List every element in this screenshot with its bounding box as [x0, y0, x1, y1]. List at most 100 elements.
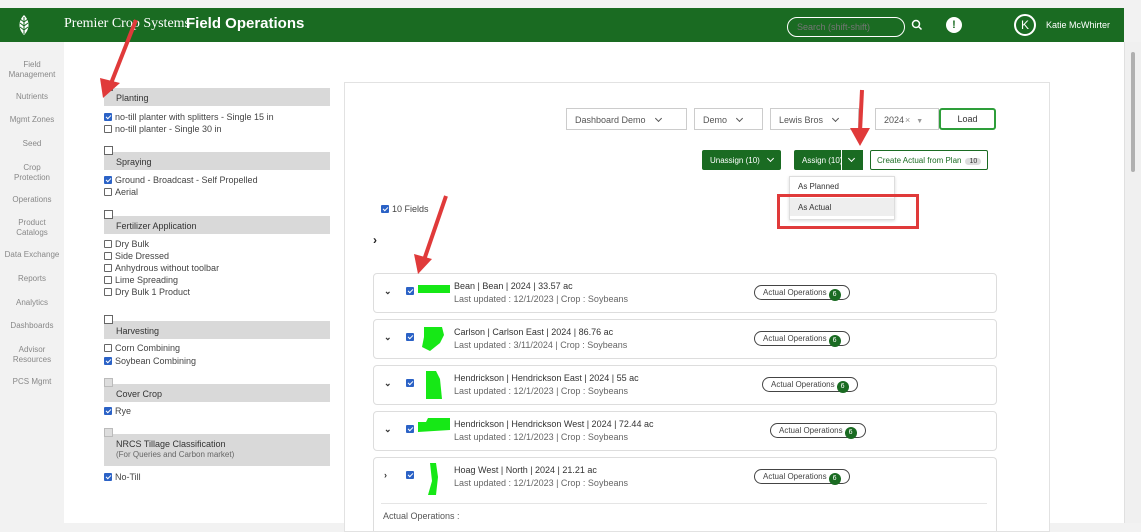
- group-checkbox-harvesting[interactable]: [104, 315, 113, 324]
- filter-option[interactable]: Ground - Broadcast - Self Propelled: [104, 175, 258, 185]
- row-checkbox[interactable]: [406, 425, 414, 433]
- group-label: Fertilizer Application: [116, 221, 197, 231]
- select-all-fields[interactable]: 10 Fields: [381, 204, 429, 214]
- actual-operations-badge[interactable]: Actual Operations 6: [754, 331, 850, 347]
- nav-analytics[interactable]: Analytics: [0, 298, 64, 308]
- nav-advisor-resources[interactable]: Advisor Resources: [0, 345, 64, 365]
- actual-operations-badge[interactable]: Actual Operations 6: [762, 377, 858, 393]
- alert-icon[interactable]: !: [946, 17, 962, 33]
- nav-operations[interactable]: Operations: [0, 195, 64, 205]
- nav-pcs-mgmt[interactable]: PCS Mgmt: [0, 377, 64, 387]
- checkbox[interactable]: [104, 264, 112, 272]
- row-checkbox[interactable]: [406, 287, 414, 295]
- nav-seed[interactable]: Seed: [0, 139, 64, 149]
- fields-panel: Dashboard Demo Demo Lewis Bros 2024× ▼ Lo…: [344, 82, 1050, 532]
- actual-operations-badge[interactable]: Actual Operations 6: [754, 285, 850, 301]
- main-content: Planting no-till planter with splitters …: [64, 42, 1124, 532]
- filter-option[interactable]: Side Dressed: [104, 251, 169, 261]
- checkbox[interactable]: [104, 473, 112, 481]
- load-button[interactable]: Load: [939, 108, 996, 130]
- checkbox[interactable]: [104, 344, 112, 352]
- filter-option[interactable]: Rye: [104, 406, 131, 416]
- filter-option[interactable]: Corn Combining: [104, 343, 180, 353]
- checkbox[interactable]: [104, 252, 112, 260]
- filter-option[interactable]: Aerial: [104, 187, 138, 197]
- group-checkbox-planting[interactable]: [104, 82, 113, 91]
- assign-dropdown-toggle[interactable]: [841, 150, 863, 170]
- field-row[interactable]: ⌄ Hendrickson | Hendrickson East | 2024 …: [373, 365, 997, 405]
- filter-option[interactable]: Soybean Combining: [104, 356, 196, 366]
- actual-operations-badge[interactable]: Actual Operations 6: [754, 469, 850, 485]
- unassign-button[interactable]: Unassign (10): [702, 150, 781, 170]
- nav-product-catalogs[interactable]: Product Catalogs: [0, 218, 64, 238]
- group-checkbox-spraying[interactable]: [104, 146, 113, 155]
- checkbox[interactable]: [104, 188, 112, 196]
- row-expand-toggle[interactable]: ⌄: [384, 332, 392, 343]
- field-updated: Last updated : 12/1/2023 | Crop : Soybea…: [454, 386, 628, 396]
- checkbox[interactable]: [104, 288, 112, 296]
- option-label: no-till planter with splitters - Single …: [115, 112, 274, 122]
- filter-option[interactable]: Dry Bulk: [104, 239, 149, 249]
- field-updated: Last updated : 3/11/2024 | Crop : Soybea…: [454, 340, 628, 350]
- checkbox[interactable]: [104, 240, 112, 248]
- group-label: Harvesting: [116, 326, 160, 336]
- field-row-expanded[interactable]: › Hoag West | North | 2024 | 21.21 ac La…: [373, 457, 997, 531]
- field-row[interactable]: ⌄ Bean | Bean | 2024 | 33.57 ac Last upd…: [373, 273, 997, 313]
- user-name[interactable]: Katie McWhirter: [1046, 20, 1110, 30]
- option-label: Dry Bulk: [115, 239, 150, 249]
- search-icon[interactable]: [910, 18, 924, 32]
- clear-icon[interactable]: ×: [905, 115, 910, 125]
- create-actual-button[interactable]: Create Actual from Plan 10: [870, 150, 989, 170]
- nav-data-exchange[interactable]: Data Exchange: [0, 250, 64, 260]
- field-title: Hendrickson | Hendrickson East | 2024 | …: [454, 373, 639, 383]
- client-select[interactable]: Demo: [694, 108, 763, 130]
- nav-field-management[interactable]: Field Management: [0, 60, 64, 80]
- checkbox[interactable]: [104, 357, 112, 365]
- row-expand-toggle[interactable]: ⌄: [384, 378, 392, 389]
- group-checkbox-cover-crop[interactable]: [104, 378, 113, 387]
- chevron-down-icon: [654, 114, 662, 123]
- checkbox[interactable]: [104, 407, 112, 415]
- field-updated: Last updated : 12/1/2023 | Crop : Soybea…: [454, 432, 628, 442]
- checkbox[interactable]: [104, 276, 112, 284]
- nav-reports[interactable]: Reports: [0, 274, 64, 284]
- search-input[interactable]: [787, 17, 905, 37]
- option-label: Aerial: [115, 187, 139, 197]
- logo-icon[interactable]: [14, 14, 34, 36]
- filter-option[interactable]: Anhydrous without toolbar: [104, 263, 219, 273]
- checkbox[interactable]: [104, 176, 112, 184]
- brand-name[interactable]: Premier Crop Systems: [64, 16, 190, 32]
- actual-operations-badge[interactable]: Actual Operations 6: [770, 423, 866, 439]
- row-checkbox[interactable]: [406, 379, 414, 387]
- nav-nutrients[interactable]: Nutrients: [0, 92, 64, 102]
- row-checkbox[interactable]: [406, 471, 414, 479]
- filter-option[interactable]: No-Till: [104, 472, 141, 482]
- dashboard-select[interactable]: Dashboard Demo: [566, 108, 687, 130]
- scrollbar[interactable]: [1124, 42, 1141, 523]
- field-row[interactable]: ⌄ Carlson | Carlson East | 2024 | 86.76 …: [373, 319, 997, 359]
- filter-option[interactable]: no-till planter - Single 30 in: [104, 124, 222, 134]
- row-checkbox[interactable]: [406, 333, 414, 341]
- farm-select[interactable]: Lewis Bros: [770, 108, 859, 130]
- scrollbar-thumb[interactable]: [1131, 52, 1135, 172]
- avatar[interactable]: K: [1014, 14, 1036, 36]
- row-expand-toggle[interactable]: ⌄: [384, 424, 392, 435]
- row-expand-toggle[interactable]: ›: [384, 470, 387, 480]
- group-checkbox-fertilizer[interactable]: [104, 210, 113, 219]
- year-select[interactable]: 2024× ▼: [875, 108, 939, 130]
- row-expand-toggle[interactable]: ⌄: [384, 286, 392, 297]
- field-row[interactable]: ⌄ Hendrickson | Hendrickson West | 2024 …: [373, 411, 997, 451]
- checkbox[interactable]: [381, 205, 389, 213]
- field-title: Bean | Bean | 2024 | 33.57 ac: [454, 281, 573, 291]
- group-checkbox-nrcs[interactable]: [104, 428, 113, 437]
- nav-crop-protection[interactable]: Crop Protection: [0, 163, 64, 183]
- nav-mgmt-zones[interactable]: Mgmt Zones: [0, 115, 64, 125]
- expand-all-toggle[interactable]: ›: [373, 233, 377, 247]
- filter-option[interactable]: no-till planter with splitters - Single …: [104, 112, 274, 122]
- menu-item-as-planned[interactable]: As Planned: [790, 177, 894, 195]
- checkbox[interactable]: [104, 113, 112, 121]
- filter-option[interactable]: Dry Bulk 1 Product: [104, 287, 190, 297]
- checkbox[interactable]: [104, 125, 112, 133]
- filter-option[interactable]: Lime Spreading: [104, 275, 178, 285]
- nav-dashboards[interactable]: Dashboards: [0, 321, 64, 331]
